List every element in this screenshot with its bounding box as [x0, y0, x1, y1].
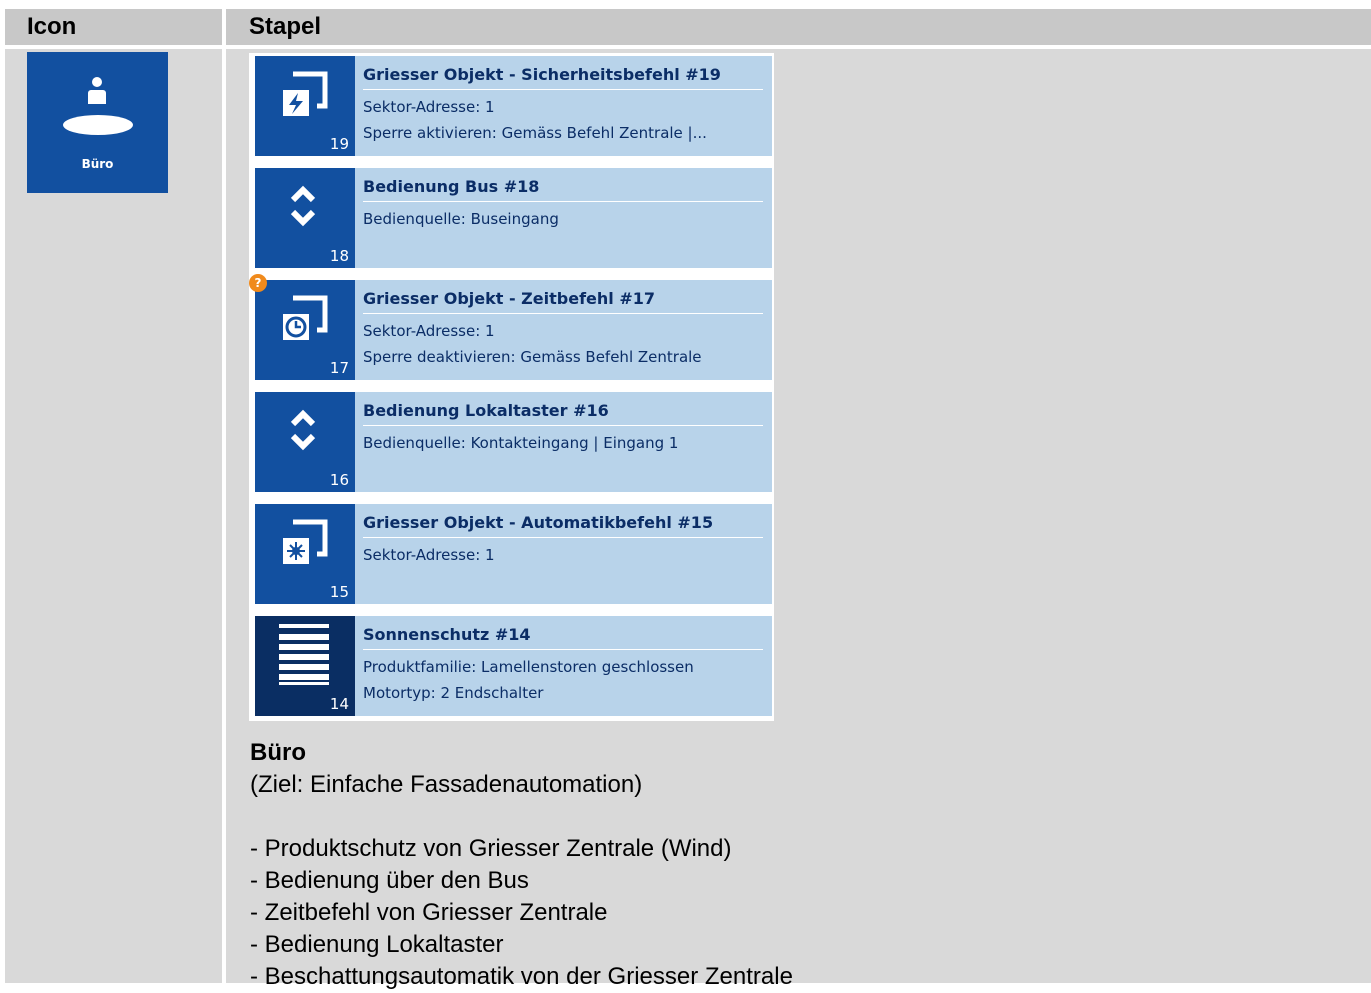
stack-panel: 19 Griesser Objekt - Sicherheitsbefehl #… — [249, 53, 774, 721]
room-description: Büro (Ziel: Einfache Fassadenautomation)… — [250, 737, 1350, 993]
room-office-icon[interactable]: Büro — [27, 52, 168, 193]
security-command-icon: 19 — [255, 56, 355, 156]
description-item: - Bedienung über den Bus — [250, 867, 529, 894]
card-title: Griesser Objekt - Zeitbefehl #17 — [363, 289, 655, 308]
sunshade-icon: 14 — [255, 616, 355, 716]
card-number: 15 — [329, 583, 349, 601]
card-detail: Bedienquelle: Buseingang — [363, 210, 559, 228]
description-item: - Produktschutz von Griesser Zentrale (W… — [250, 835, 732, 862]
stack-card[interactable]: 15 Griesser Objekt - Automatikbefehl #15… — [255, 504, 772, 604]
card-detail: Sektor-Adresse: 1 — [363, 98, 495, 116]
card-title: Griesser Objekt - Sicherheitsbefehl #19 — [363, 65, 721, 84]
card-divider — [363, 313, 763, 314]
person-body — [88, 90, 106, 104]
card-divider — [363, 89, 763, 90]
card-number: 17 — [329, 359, 349, 377]
room-label: Büro — [81, 157, 114, 171]
card-title: Sonnenschutz #14 — [363, 625, 531, 644]
description-name: Büro — [250, 739, 306, 766]
card-number: 19 — [329, 135, 349, 153]
stack-card[interactable]: 16 Bedienung Lokaltaster #16 Bedienquell… — [255, 392, 772, 492]
stack-card[interactable]: 17 ? Griesser Objekt - Zeitbefehl #17 Se… — [249, 274, 772, 380]
description-item: - Zeitbefehl von Griesser Zentrale — [250, 899, 608, 926]
header-stack: Stapel — [249, 13, 322, 40]
card-detail: Sperre deaktivieren: Gemäss Befehl Zentr… — [363, 348, 702, 366]
warning-icon[interactable]: ? — [249, 274, 267, 292]
time-command-icon: 17 — [255, 280, 355, 380]
person-head — [92, 77, 102, 87]
card-number: 14 — [329, 695, 349, 713]
description-goal: (Ziel: Einfache Fassadenautomation) — [250, 771, 643, 798]
up-down-icon: 18 — [255, 168, 355, 268]
header-icon: Icon — [27, 13, 77, 40]
card-title: Bedienung Lokaltaster #16 — [363, 401, 609, 420]
card-divider — [363, 201, 763, 202]
card-divider — [363, 537, 763, 538]
card-detail: Produktfamilie: Lamellenstoren geschloss… — [363, 658, 694, 676]
table-header: Icon Stapel — [5, 9, 1371, 45]
card-number: 16 — [329, 471, 349, 489]
description-item: - Beschattungsautomatik von der Griesser… — [250, 963, 793, 990]
automatic-command-icon: 15 — [255, 504, 355, 604]
stack-card[interactable]: 19 Griesser Objekt - Sicherheitsbefehl #… — [255, 56, 772, 156]
card-detail: Sektor-Adresse: 1 — [363, 546, 495, 564]
card-divider — [363, 425, 763, 426]
card-title: Bedienung Bus #18 — [363, 177, 540, 196]
column-divider — [222, 9, 226, 983]
description-item: - Bedienung Lokaltaster — [250, 931, 504, 958]
stack-card[interactable]: 14 Sonnenschutz #14 Produktfamilie: Lame… — [255, 616, 772, 716]
card-detail: Sektor-Adresse: 1 — [363, 322, 495, 340]
config-table: Icon Stapel Büro 19 Griesser Objekt - Si… — [5, 9, 1371, 990]
card-detail: Motortyp: 2 Endschalter — [363, 684, 544, 702]
card-divider — [363, 649, 763, 650]
card-detail: Bedienquelle: Kontakteingang | Eingang 1 — [363, 434, 679, 452]
up-down-icon: 16 — [255, 392, 355, 492]
desk-shape — [63, 115, 133, 135]
card-title: Griesser Objekt - Automatikbefehl #15 — [363, 513, 714, 532]
card-detail: Sperre aktivieren: Gemäss Befehl Zentral… — [363, 124, 707, 142]
card-number: 18 — [329, 247, 349, 265]
stack-card[interactable]: 18 Bedienung Bus #18 Bedienquelle: Busei… — [255, 168, 772, 268]
